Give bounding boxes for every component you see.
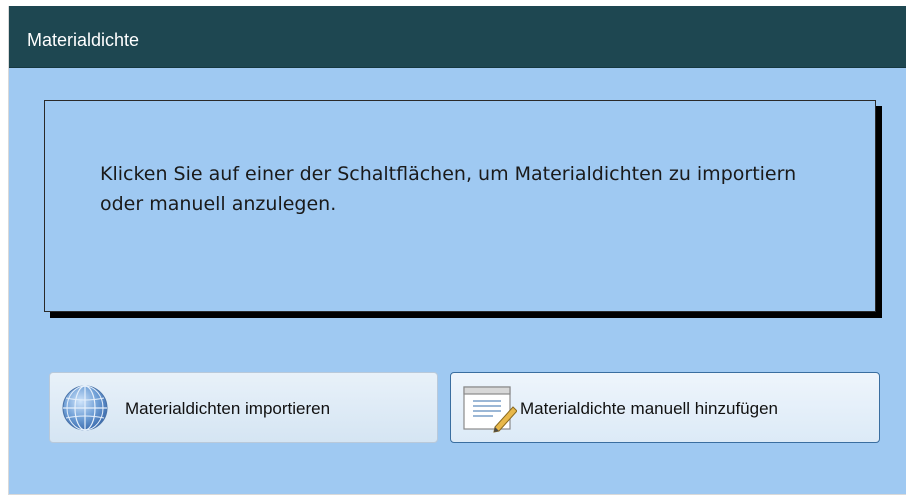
import-densities-button[interactable]: Materialdichten importieren: [49, 372, 438, 443]
add-density-manually-button[interactable]: Materialdichte manuell hinzufügen: [450, 372, 880, 443]
message-panel: Klicken Sie auf einer der Schaltflächen,…: [44, 100, 876, 312]
add-density-manually-label: Materialdichte manuell hinzufügen: [520, 399, 778, 418]
message-text: Klicken Sie auf einer der Schaltflächen,…: [100, 163, 797, 215]
window-title: Materialdichte: [27, 30, 140, 50]
edit-form-icon: [461, 381, 518, 437]
dialog-window: Materialdichte Klicken Sie auf einer der…: [8, 6, 906, 495]
import-densities-label: Materialdichten importieren: [125, 399, 331, 418]
globe-icon: [60, 383, 110, 433]
title-bar[interactable]: Materialdichte: [9, 6, 906, 68]
